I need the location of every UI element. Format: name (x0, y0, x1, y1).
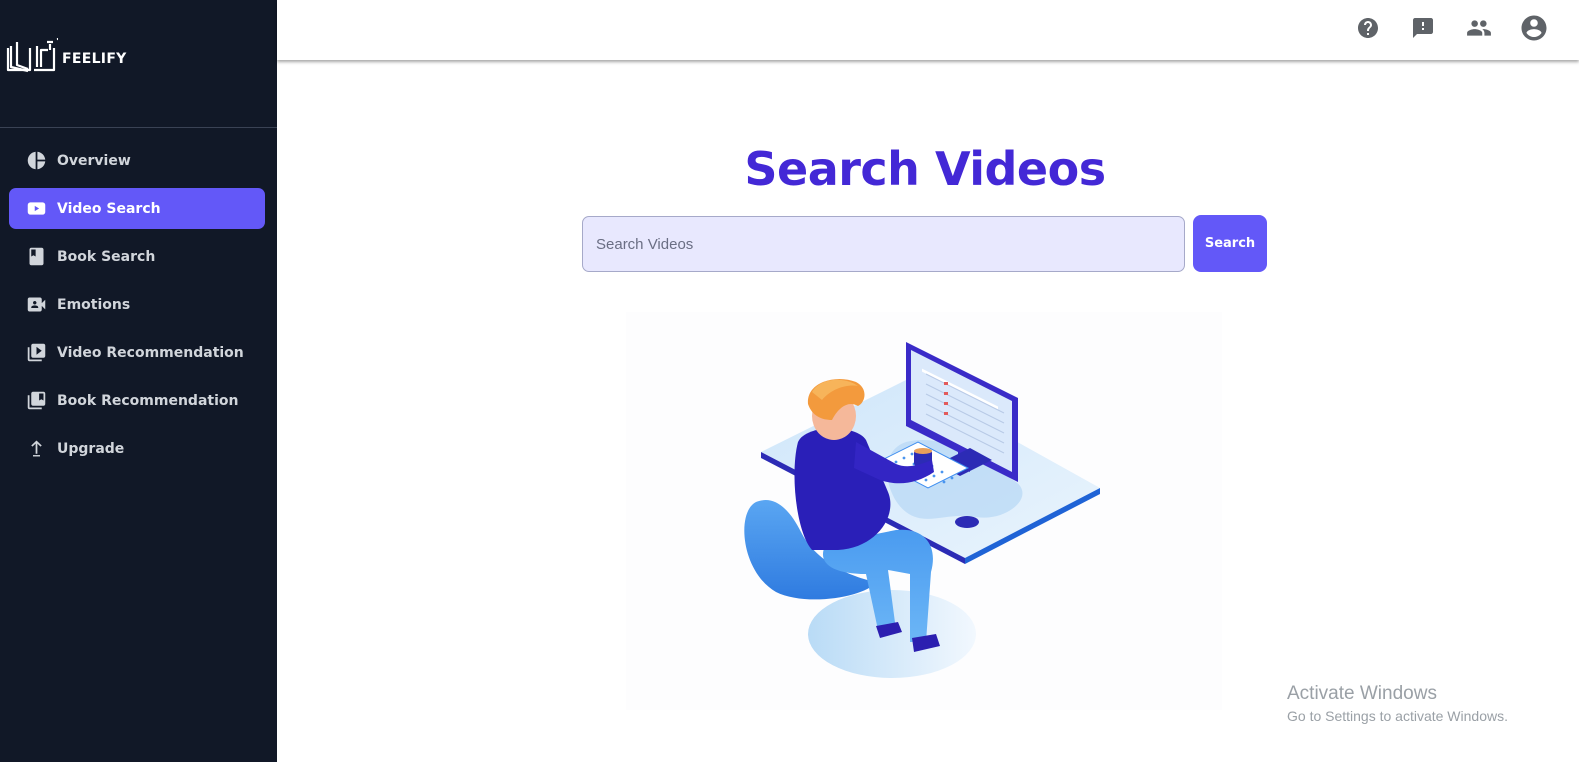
sidebar-item-book-recommendation[interactable]: Book Recommendation (9, 380, 265, 421)
video-library-icon (26, 342, 47, 363)
people-icon[interactable] (1464, 13, 1494, 43)
youtube-play-icon (26, 198, 47, 219)
sidebar-item-label: Video Search (57, 200, 161, 217)
sidebar-item-label: Upgrade (57, 440, 125, 457)
sidebar-item-video-search[interactable]: Video Search (9, 188, 265, 229)
sidebar-item-emotions[interactable]: Emotions (9, 284, 265, 325)
pie-chart-icon (26, 150, 47, 171)
account-icon[interactable] (1519, 13, 1549, 43)
brand-name: FEELIFY (62, 51, 127, 67)
watermark-subtitle: Go to Settings to activate Windows. (1287, 708, 1508, 724)
sidebar-nav: Overview Video Search Book Search Emotio… (9, 140, 265, 476)
search-input[interactable] (582, 216, 1185, 272)
book-logo-icon (6, 38, 58, 73)
top-bar (277, 0, 1579, 60)
sidebar-divider (0, 127, 277, 128)
watermark-title: Activate Windows (1287, 683, 1437, 704)
sidebar-item-video-recommendation[interactable]: Video Recommendation (9, 332, 265, 373)
upload-arrow-icon (26, 438, 47, 459)
illustration-person-at-desk (626, 312, 1222, 710)
search-button[interactable]: Search (1193, 215, 1267, 272)
page-title: Search Videos (744, 142, 1106, 196)
windows-activation-watermark: Activate Windows Go to Settings to activ… (1287, 683, 1508, 724)
sidebar-item-label: Emotions (57, 296, 131, 313)
sidebar-item-book-search[interactable]: Book Search (9, 236, 265, 277)
sidebar-item-label: Book Recommendation (57, 392, 239, 409)
video-camera-icon (26, 294, 47, 315)
book-library-icon (26, 390, 47, 411)
help-icon[interactable] (1353, 13, 1383, 43)
sidebar-item-label: Book Search (57, 248, 156, 265)
sidebar-item-label: Video Recommendation (57, 344, 244, 361)
sidebar: FEELIFY Overview Video Search Book Searc… (0, 0, 277, 762)
book-icon (26, 246, 47, 267)
sidebar-item-upgrade[interactable]: Upgrade (9, 428, 265, 469)
feedback-icon[interactable] (1408, 13, 1438, 43)
brand-logo[interactable]: FEELIFY (6, 38, 127, 74)
sidebar-item-overview[interactable]: Overview (9, 140, 265, 181)
sidebar-item-label: Overview (57, 152, 131, 169)
